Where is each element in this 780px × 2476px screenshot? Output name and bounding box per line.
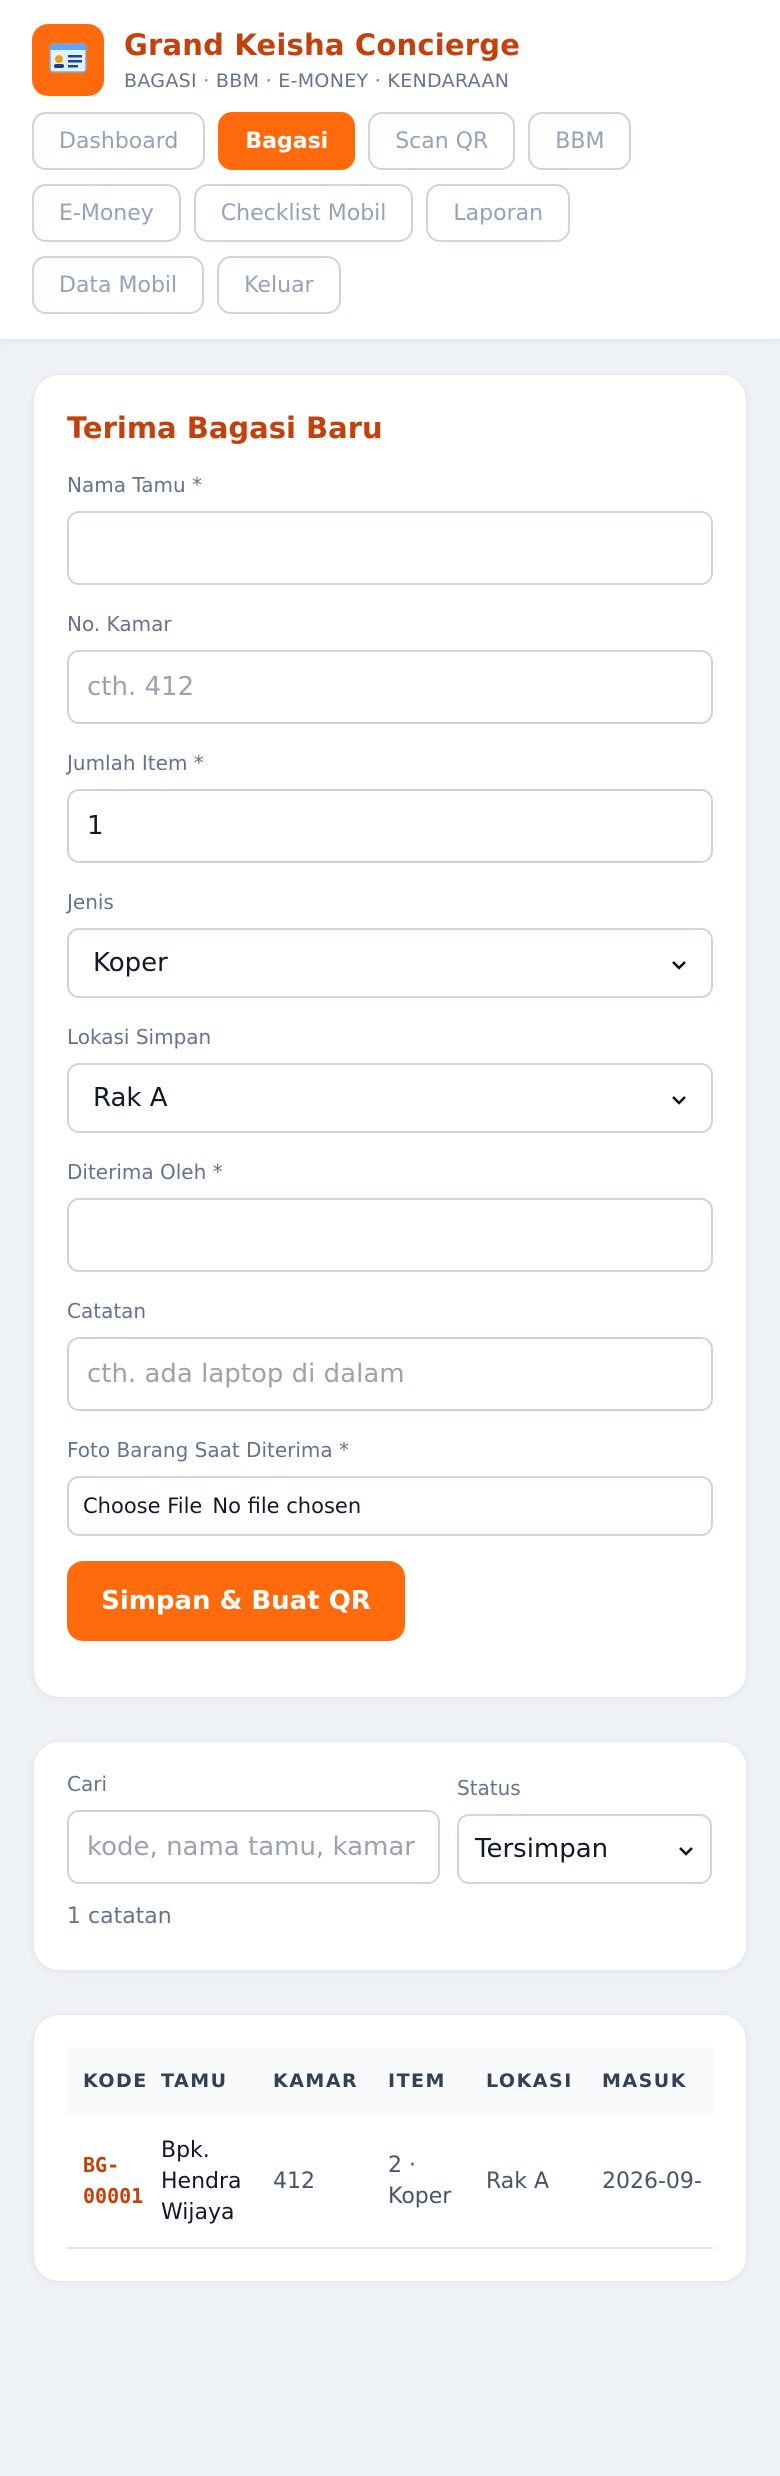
- chevron-down-icon: [678, 1837, 694, 1862]
- table-header: KODE TAMU KAMAR ITEM LOKASI MASUK: [67, 2047, 713, 2115]
- location-select[interactable]: Rak A: [67, 1063, 713, 1133]
- cell-in: 2026-09-: [602, 2168, 702, 2194]
- col-header-guest: TAMU: [161, 2070, 228, 2092]
- nav-data-mobil[interactable]: Data Mobil: [32, 256, 205, 314]
- received-by-label: Diterima Oleh *: [67, 1160, 223, 1184]
- nav-bbm[interactable]: BBM: [528, 112, 632, 170]
- filter-card: Cari kode, nama tamu, kamar Status Tersi…: [33, 1741, 747, 1971]
- luggage-table-card: KODE TAMU KAMAR ITEM LOKASI MASUK BG-000…: [33, 2014, 747, 2282]
- main-nav: Dashboard Bagasi Scan QR BBM E-Money Che…: [32, 112, 748, 328]
- chevron-down-icon: [671, 1086, 687, 1111]
- location-select-value: Rak A: [93, 1083, 168, 1113]
- guest-name-input[interactable]: [67, 511, 713, 585]
- search-label: Cari: [67, 1772, 107, 1796]
- brand: Grand Keisha Concierge BAGASI · BBM · E-…: [32, 24, 748, 96]
- col-header-room: KAMAR: [273, 2070, 359, 2092]
- col-header-item: ITEM: [388, 2070, 446, 2092]
- logo: [32, 24, 104, 96]
- qty-input[interactable]: 1: [67, 789, 713, 863]
- cell-room: 412: [273, 2168, 315, 2194]
- luggage-form-card: Terima Bagasi Baru Nama Tamu * No. Kamar…: [33, 374, 747, 1698]
- guest-name-label: Nama Tamu *: [67, 473, 202, 497]
- qty-label: Jumlah Item *: [67, 751, 204, 775]
- type-label: Jenis: [67, 890, 114, 914]
- location-label: Lokasi Simpan: [67, 1025, 212, 1049]
- nav-checklist-mobil[interactable]: Checklist Mobil: [193, 184, 414, 242]
- col-header-in: MASUK: [602, 2070, 687, 2092]
- photo-label: Foto Barang Saat Diterima *: [67, 1438, 350, 1462]
- col-header-location: LOKASI: [486, 2070, 573, 2092]
- table-row[interactable]: BG-00001 Bpk. Hendra Wijaya 412 2 · Kope…: [67, 2115, 713, 2249]
- status-label: Status: [457, 1776, 521, 1800]
- col-header-code: KODE: [83, 2070, 148, 2092]
- file-status: No file chosen: [212, 1494, 362, 1518]
- room-label: No. Kamar: [67, 612, 172, 636]
- type-select[interactable]: Koper: [67, 928, 713, 998]
- status-select[interactable]: Tersimpan: [457, 1814, 712, 1884]
- nav-dashboard[interactable]: Dashboard: [32, 112, 206, 170]
- notes-label: Catatan: [67, 1299, 147, 1323]
- nav-keluar[interactable]: Keluar: [217, 256, 341, 314]
- app-header: Grand Keisha Concierge BAGASI · BBM · E-…: [0, 0, 780, 340]
- nav-scan-qr[interactable]: Scan QR: [368, 112, 516, 170]
- nav-laporan[interactable]: Laporan: [426, 184, 571, 242]
- type-select-value: Koper: [93, 948, 168, 978]
- record-count: 1 catatan: [67, 1904, 172, 1929]
- status-select-value: Tersimpan: [475, 1834, 609, 1864]
- app-title: Grand Keisha Concierge: [124, 28, 521, 62]
- app-subtitle: BAGASI · BBM · E-MONEY · KENDARAAN: [124, 70, 510, 92]
- cell-item: 2 · Koper: [388, 2153, 452, 2209]
- photo-file-input[interactable]: Choose File No file chosen: [67, 1476, 713, 1536]
- id-card-icon: [49, 43, 87, 77]
- notes-input[interactable]: cth. ada laptop di dalam: [67, 1337, 713, 1411]
- form-title: Terima Bagasi Baru: [67, 411, 383, 445]
- received-by-input[interactable]: [67, 1198, 713, 1272]
- nav-bagasi[interactable]: Bagasi: [218, 112, 356, 170]
- search-input[interactable]: kode, nama tamu, kamar: [67, 1810, 440, 1884]
- save-qr-button[interactable]: Simpan & Buat QR: [67, 1561, 405, 1641]
- cell-location: Rak A: [486, 2168, 550, 2194]
- chevron-down-icon: [671, 951, 687, 976]
- cell-guest: Bpk. Hendra Wijaya: [161, 2137, 242, 2225]
- room-input[interactable]: cth. 412: [67, 650, 713, 724]
- choose-file-button[interactable]: Choose File: [83, 1494, 202, 1518]
- cell-code[interactable]: BG-00001: [67, 2150, 161, 2212]
- nav-e-money[interactable]: E-Money: [32, 184, 181, 242]
